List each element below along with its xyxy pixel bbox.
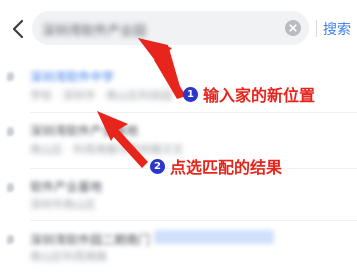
step-number-badge: 1 (183, 86, 198, 102)
annotation-text: 输入家的新位置 (203, 86, 316, 105)
annotation-arrows (97, 38, 186, 168)
arrow-1 (138, 38, 186, 99)
step-number-badge: 2 (150, 158, 165, 174)
screenshot: 深圳湾软件产业园 搜索 深圳湾软件中学 学校 · 深圳市 · 南山区科技园 深圳… (0, 0, 357, 273)
annotation-step-1: 1 输入家的新位置 (183, 82, 315, 106)
arrow-2 (97, 111, 148, 168)
annotation-step-2: 2 点选匹配的结果 (150, 154, 282, 178)
annotation-text: 点选匹配的结果 (170, 158, 283, 177)
